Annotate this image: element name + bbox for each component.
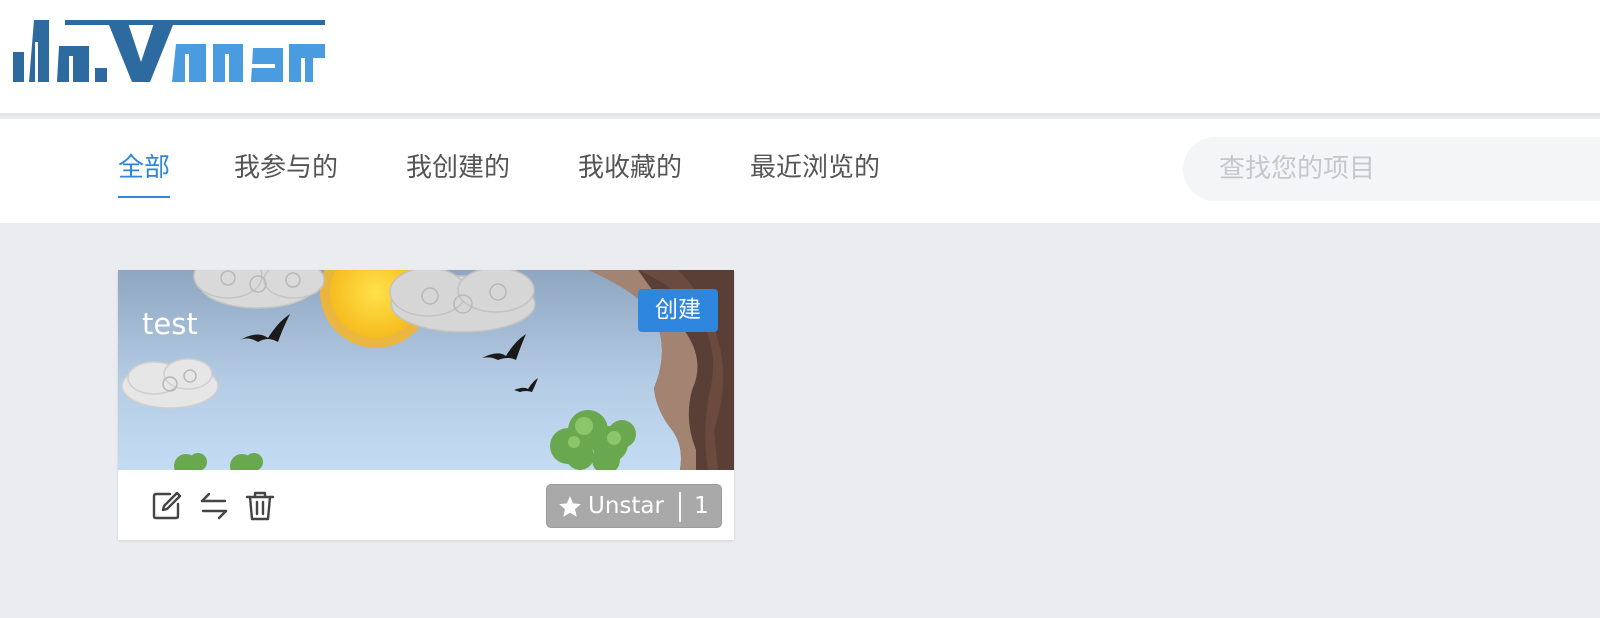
transfer-icon[interactable] [198, 490, 230, 522]
tab-all[interactable]: 全部 [118, 150, 171, 198]
tab-recently-viewed[interactable]: 最近浏览的 [750, 150, 880, 198]
search-input[interactable] [1219, 151, 1599, 187]
unstar-button[interactable]: Unstar 1 [546, 484, 722, 528]
created-badge: 创建 [638, 289, 718, 332]
unstar-label: Unstar [588, 493, 664, 519]
project-actions: Unstar 1 [118, 470, 734, 540]
search-box [1183, 137, 1600, 201]
project-card[interactable]: test 创建 Unstar 1 [118, 270, 734, 540]
davinci-logo[interactable] [13, 18, 325, 84]
tab-created[interactable]: 我创建的 [406, 150, 510, 198]
tab-favorites[interactable]: 我收藏的 [578, 150, 682, 198]
tab-participated[interactable]: 我参与的 [234, 150, 338, 198]
star-count: 1 [694, 493, 709, 519]
header [0, 0, 1600, 116]
star-icon [559, 496, 581, 517]
edit-icon[interactable] [150, 490, 182, 522]
project-title[interactable]: test [142, 306, 198, 342]
delete-icon[interactable] [244, 490, 276, 522]
